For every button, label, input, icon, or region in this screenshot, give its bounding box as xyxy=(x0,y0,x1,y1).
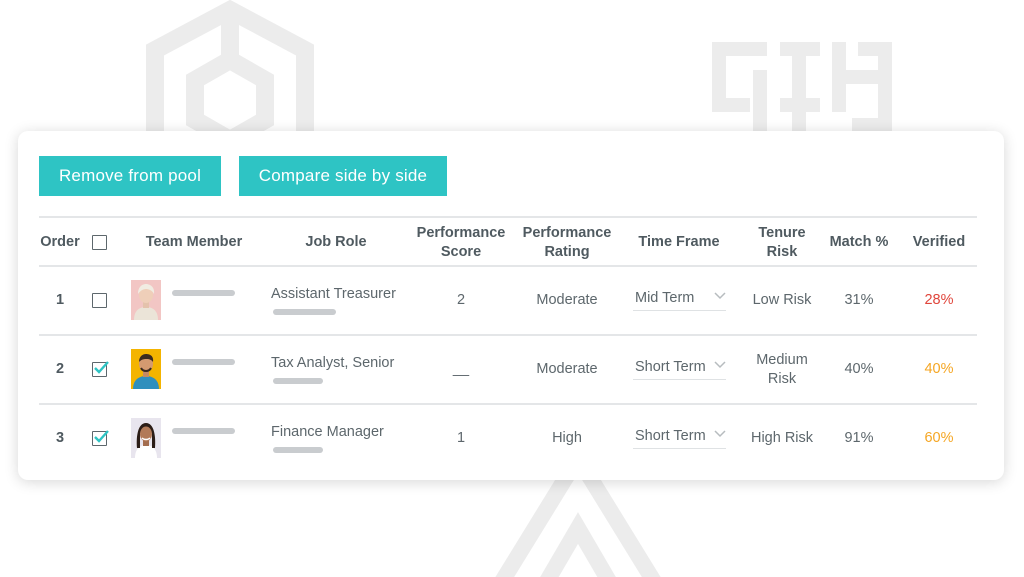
job-role-text: Tax Analyst, Senior xyxy=(271,355,395,371)
job-role-text: Finance Manager xyxy=(271,424,384,440)
verified-percent: 40% xyxy=(924,361,954,377)
background-triangle-logo xyxy=(495,478,661,577)
table-header: Order Team Member Job Role Performance S… xyxy=(39,218,977,267)
match-percent: 91% xyxy=(844,430,874,446)
column-header-tenure-risk: Tenure Risk xyxy=(758,224,806,260)
avatar xyxy=(131,418,161,458)
performance-score: 2 xyxy=(456,292,466,308)
avatar xyxy=(131,349,161,389)
row-select-cell xyxy=(89,267,109,334)
checkmark-icon xyxy=(93,430,109,443)
talent-pool-card: Remove from pool Compare side by side Or… xyxy=(18,131,1004,480)
chevron-down-icon xyxy=(714,361,726,369)
time-frame-value: Short Term xyxy=(635,428,706,444)
table-row[interactable]: 3 Finance Manager 1 High Short Term High… xyxy=(39,405,977,472)
chevron-down-icon xyxy=(714,430,726,438)
time-frame-value: Mid Term xyxy=(635,290,695,306)
column-header-verified: Verified xyxy=(912,234,966,250)
performance-rating: Moderate xyxy=(536,292,598,308)
column-header-team-member: Team Member xyxy=(145,234,243,250)
row-select-cell xyxy=(89,405,109,472)
table-row[interactable]: 2 Tax Analyst, Senior __ Moderate Short … xyxy=(39,336,977,403)
verified-percent: 60% xyxy=(924,430,954,446)
remove-from-pool-button[interactable]: Remove from pool xyxy=(39,156,221,196)
row-order: 3 xyxy=(55,430,65,446)
performance-rating: Moderate xyxy=(536,361,598,377)
chevron-down-icon xyxy=(714,292,726,300)
row-order: 1 xyxy=(55,292,65,308)
column-header-performance-rating: Performance Rating xyxy=(522,224,612,260)
checkmark-icon xyxy=(93,361,109,374)
performance-score: __ xyxy=(452,361,470,377)
column-header-time-frame: Time Frame xyxy=(638,234,720,250)
row-checkbox[interactable] xyxy=(91,361,109,377)
match-percent: 40% xyxy=(844,361,874,377)
row-select-cell xyxy=(89,336,109,403)
time-frame-dropdown[interactable]: Short Term xyxy=(633,359,726,380)
avatar xyxy=(131,280,161,320)
row-checkbox[interactable] xyxy=(91,293,107,308)
column-header-job-role: Job Role xyxy=(305,234,367,250)
background-hexagon-logo xyxy=(146,0,314,135)
time-frame-value: Short Term xyxy=(635,359,706,375)
tenure-risk: Medium Risk xyxy=(756,351,808,387)
job-role-text: Assistant Treasurer xyxy=(271,286,396,302)
match-percent: 31% xyxy=(844,292,874,308)
row-checkbox[interactable] xyxy=(91,430,109,446)
time-frame-dropdown[interactable]: Mid Term xyxy=(633,290,726,311)
tenure-risk: High Risk xyxy=(750,430,814,446)
tenure-risk: Low Risk xyxy=(752,292,812,308)
background-maze-logo xyxy=(712,42,892,132)
time-frame-dropdown[interactable]: Short Term xyxy=(633,428,726,449)
row-order: 2 xyxy=(55,361,65,377)
select-all-cell xyxy=(89,218,109,267)
column-header-performance-score: Performance Score xyxy=(416,224,506,260)
name-placeholder-bar xyxy=(172,359,235,365)
table-row[interactable]: 1 Assistant Treasurer 2 Moderate Mid Ter… xyxy=(39,267,977,334)
performance-rating: High xyxy=(552,430,582,446)
role-placeholder-bar xyxy=(273,309,336,315)
compare-side-by-side-button[interactable]: Compare side by side xyxy=(239,156,447,196)
verified-percent: 28% xyxy=(924,292,954,308)
name-placeholder-bar xyxy=(172,290,235,296)
performance-score: 1 xyxy=(456,430,466,446)
select-all-checkbox[interactable] xyxy=(91,235,107,250)
column-header-order: Order xyxy=(40,234,80,250)
column-header-match: Match % xyxy=(829,234,889,250)
name-placeholder-bar xyxy=(172,428,235,434)
role-placeholder-bar xyxy=(273,378,323,384)
role-placeholder-bar xyxy=(273,447,323,453)
